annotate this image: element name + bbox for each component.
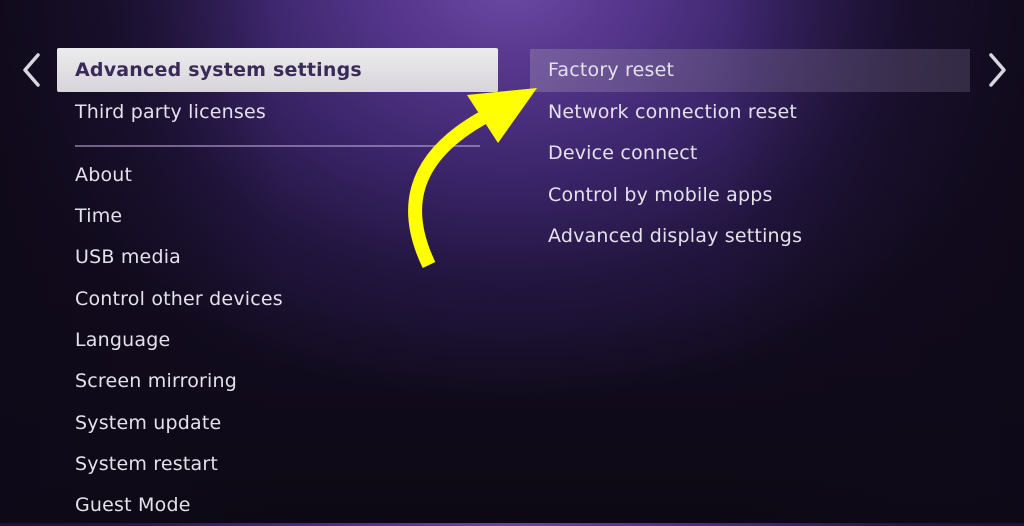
settings-menu-left: Advanced system settings Third party lic… — [57, 48, 498, 526]
menu-item-about[interactable]: About — [57, 155, 498, 196]
menu-item-usb-media[interactable]: USB media — [57, 237, 498, 278]
menu-item-control-by-mobile-apps[interactable]: Control by mobile apps — [530, 175, 970, 216]
menu-item-guest-mode[interactable]: Guest Mode — [57, 485, 498, 526]
menu-divider — [75, 145, 480, 147]
menu-item-third-party-licenses[interactable]: Third party licenses — [57, 92, 498, 133]
menu-item-screen-mirroring[interactable]: Screen mirroring — [57, 361, 498, 402]
menu-item-time[interactable]: Time — [57, 196, 498, 237]
menu-item-control-other-devices[interactable]: Control other devices — [57, 279, 498, 320]
chevron-right-icon[interactable] — [985, 52, 1009, 88]
menu-item-language[interactable]: Language — [57, 320, 498, 361]
menu-item-device-connect[interactable]: Device connect — [530, 133, 970, 174]
menu-item-advanced-system-settings[interactable]: Advanced system settings — [57, 48, 498, 92]
settings-menu-right: Factory reset Network connection reset D… — [530, 49, 970, 257]
chevron-left-icon[interactable] — [20, 52, 44, 88]
menu-item-advanced-display-settings[interactable]: Advanced display settings — [530, 216, 970, 257]
menu-item-factory-reset[interactable]: Factory reset — [530, 49, 970, 92]
menu-item-system-restart[interactable]: System restart — [57, 444, 498, 485]
menu-item-network-connection-reset[interactable]: Network connection reset — [530, 92, 970, 133]
menu-item-system-update[interactable]: System update — [57, 403, 498, 444]
